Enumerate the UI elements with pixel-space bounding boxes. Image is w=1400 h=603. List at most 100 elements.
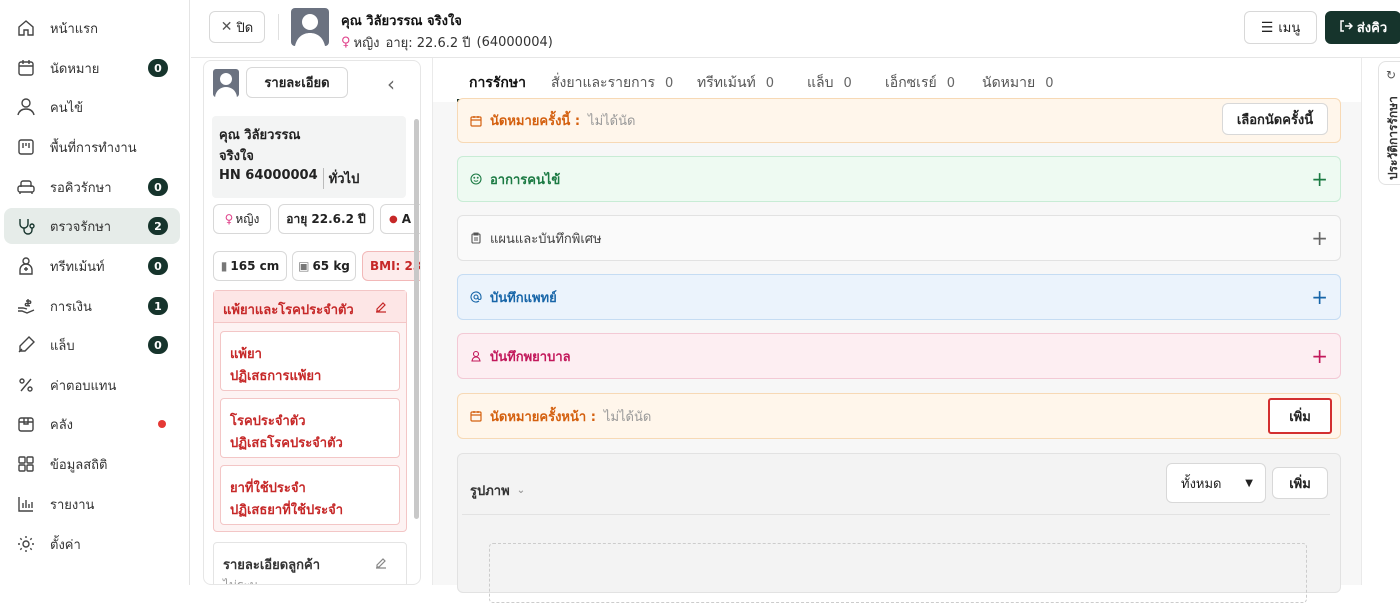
armchair-icon — [14, 175, 38, 199]
details-button[interactable]: รายละเอียด — [246, 67, 348, 98]
sidebar-item-waiting-queue[interactable]: รอคิวรักษา 0 — [4, 169, 180, 205]
image-drop-zone[interactable] — [489, 543, 1307, 603]
patient-summary-panel: รายละเอียด ‹ คุณ วิลัยวรรณ จริงใจ HN 640… — [203, 60, 421, 585]
sidebar-item-home[interactable]: หน้าแรก — [4, 10, 180, 46]
tab-lab[interactable]: แล็บ 0 — [807, 72, 852, 94]
count-badge: 0 — [148, 178, 168, 196]
allergy-card: แพ้ยา ปฏิเสธการแพ้ยา — [220, 331, 400, 391]
scrollbar[interactable] — [414, 119, 419, 519]
stethoscope-icon — [14, 214, 38, 238]
next-appointment-card: นัดหมายครั้งหน้า : ไม่ได้นัด เพิ่ม — [457, 393, 1341, 439]
add-image-button[interactable]: เพิ่ม — [1272, 467, 1328, 499]
plus-icon[interactable]: + — [1311, 169, 1328, 189]
box-icon — [14, 412, 38, 436]
sidebar-item-label: คลัง — [50, 417, 74, 433]
plus-icon[interactable]: + — [1311, 287, 1328, 307]
chevron-down-icon: ⌄ — [516, 485, 526, 496]
close-icon: ✕ — [220, 19, 233, 35]
sidebar-item-statistics[interactable]: ข้อมูลสถิติ — [4, 446, 180, 482]
plus-icon[interactable]: + — [1311, 346, 1328, 366]
at-icon — [470, 290, 484, 304]
images-section: รูปภาพ ⌄ ทั้งหมด ▼ เพิ่ม — [457, 453, 1341, 603]
scale-icon: ▣ — [298, 259, 310, 273]
home-icon — [14, 16, 38, 40]
sidebar-item-label: ตั้งค่า — [50, 537, 81, 553]
tab-treatments[interactable]: ทรีทเม้นท์ 0 — [697, 72, 774, 94]
menu-button[interactable]: ☰ เมนู — [1244, 11, 1317, 44]
allergy-section: แพ้ยาและโรคประจำตัว แพ้ยา ปฏิเสธการแพ้ยา… — [213, 290, 407, 532]
sidebar-item-reports[interactable]: รายงาน — [4, 486, 180, 522]
edit-icon[interactable] — [374, 299, 388, 318]
sidebar-item-finance[interactable]: การเงิน 1 — [4, 288, 180, 324]
nurse-note-card[interactable]: บันทึกพยาบาล + — [457, 333, 1341, 379]
plan-card[interactable]: แผนและบันทึกพิเศษ + — [457, 215, 1341, 261]
female-icon: ♀ — [224, 212, 234, 226]
sidebar-item-appointments[interactable]: นัดหมาย 0 — [4, 50, 180, 86]
age-chip: อายุ 22.6.2 ปี — [278, 204, 374, 234]
tab-appointments[interactable]: นัดหมาย 0 — [982, 72, 1053, 94]
sidebar-item-label: คนไข้ — [50, 100, 84, 116]
calendar-icon — [14, 56, 38, 80]
calendar-icon — [470, 409, 484, 423]
sidebar-item-compensation[interactable]: ค่าตอบแทน — [4, 367, 180, 403]
tab-treatment[interactable]: การรักษา — [469, 72, 526, 94]
symptoms-card[interactable]: อาการคนไข้ + — [457, 156, 1341, 202]
gear-icon — [14, 532, 38, 556]
close-button[interactable]: ✕ ปิด — [209, 11, 265, 43]
patient-info: ♀ หญิง อายุ: 22.6.2 ปี (64000004) — [341, 35, 553, 51]
sidebar-item-label: การเงิน — [50, 299, 92, 315]
sidebar-item-label: ตรวจรักษา — [50, 219, 112, 235]
image-filter-select[interactable]: ทั้งหมด ▼ — [1166, 463, 1266, 503]
chevron-left-icon[interactable]: ‹ — [387, 72, 395, 96]
notification-dot — [158, 420, 166, 428]
patient-name-line1: คุณ วิลัยวรรณ — [219, 128, 301, 143]
sidebar-item-label: หน้าแรก — [50, 21, 98, 37]
add-next-appointment-button[interactable]: เพิ่ม — [1268, 398, 1332, 434]
hamburger-icon: ☰ — [1260, 19, 1274, 36]
count-badge: 2 — [148, 217, 168, 235]
plus-icon[interactable]: + — [1311, 228, 1328, 248]
weight-chip: ▣ 65 kg — [292, 251, 356, 281]
treatment-icon — [14, 254, 38, 278]
images-title[interactable]: รูปภาพ ⌄ — [470, 480, 525, 501]
sidebar-item-label: นัดหมาย — [50, 61, 100, 77]
ruler-icon: ▮ — [220, 259, 228, 273]
height-chip: ▮ 165 cm — [213, 251, 287, 281]
tab-xray[interactable]: เอ็กซเรย์ 0 — [885, 72, 955, 94]
clipboard-icon — [470, 231, 484, 245]
patient-name: คุณ วิลัยวรรณ จริงใจ — [341, 14, 462, 29]
patient-name-line2: จริงใจ — [219, 149, 254, 164]
sidebar-item-treatment[interactable]: ทรีทเม้นท์ 0 — [4, 248, 180, 284]
avatar — [213, 69, 239, 97]
treatment-main-area: การรักษา สั่งยาและรายการ 0 ทรีทเม้นท์ 0 แล… — [432, 58, 1362, 603]
sidebar-item-patients[interactable]: คนไข้ — [4, 89, 180, 125]
bar-chart-icon — [14, 492, 38, 516]
female-icon: ♀ — [341, 35, 351, 50]
history-tab[interactable]: ↻ ประวัติการรักษา — [1378, 61, 1400, 185]
edit-icon[interactable] — [374, 555, 388, 574]
sidebar-item-label: ทรีทเม้นท์ — [50, 259, 105, 275]
sidebar-item-lab[interactable]: แล็บ 0 — [4, 327, 180, 363]
top-bar: ✕ ปิด คุณ วิลัยวรรณ จริงใจ ♀ หญิง อายุ: … — [191, 0, 1400, 58]
sidebar-item-settings[interactable]: ตั้งค่า — [4, 526, 180, 562]
sidebar-item-inventory[interactable]: คลัง — [4, 406, 180, 442]
doctor-note-card[interactable]: บันทึกแพทย์ + — [457, 274, 1341, 320]
tab-medication-orders[interactable]: สั่งยาและรายการ 0 — [551, 72, 673, 94]
avatar — [291, 8, 329, 46]
sidebar-item-workspace[interactable]: พื้นที่การทำงาน — [4, 129, 180, 165]
send-queue-button[interactable]: ส่งคิว — [1325, 11, 1400, 44]
nurse-icon — [470, 349, 484, 363]
right-rail: ↻ ประวัติการรักษา — [1376, 58, 1400, 585]
grid-icon — [14, 452, 38, 476]
count-badge: 0 — [148, 336, 168, 354]
bmi-chip: BMI: 23 — [362, 251, 420, 281]
calendar-icon — [470, 114, 484, 128]
patient-hn: HN 64000004 ทั่วไป — [219, 168, 360, 189]
customer-details-section: รายละเอียดลูกค้า ไม่ระบุ — [213, 542, 407, 584]
money-hand-icon — [14, 294, 38, 318]
sidebar-item-label: ข้อมูลสถิติ — [50, 457, 108, 473]
count-badge: 0 — [148, 59, 168, 77]
select-appointment-button[interactable]: เลือกนัดครั้งนี้ — [1222, 103, 1328, 135]
allergy-section-title: แพ้ยาและโรคประจำตัว — [223, 303, 354, 318]
sidebar-item-examination[interactable]: ตรวจรักษา 2 — [4, 208, 180, 244]
